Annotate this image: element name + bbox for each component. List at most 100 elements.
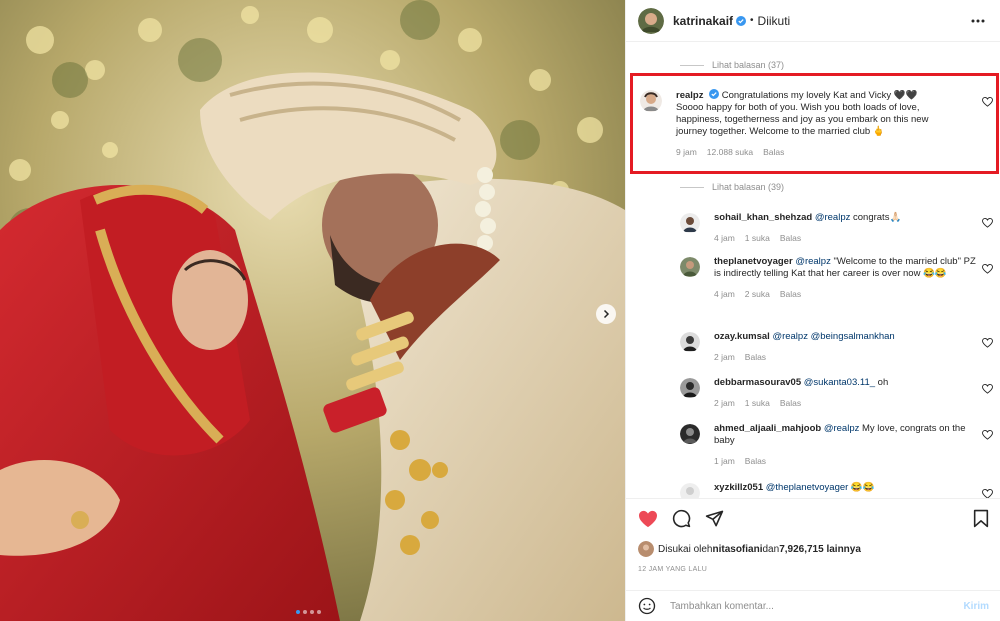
view-replies-button[interactable]: Lihat balasan (37) [680, 60, 784, 70]
heart-outline-icon[interactable] [982, 97, 993, 107]
commenter-username[interactable]: ahmed_aljaali_mahjoob [714, 423, 821, 434]
carousel-dots [296, 610, 321, 614]
likes-middle: dan [762, 543, 780, 555]
commenter-username[interactable]: sohail_khan_shehzad [714, 212, 812, 223]
reply-button[interactable]: Balas [780, 398, 801, 408]
commenter-username[interactable]: ozay.kumsal [714, 331, 770, 342]
comment-time: 2 jam [714, 352, 735, 362]
reply-comment: sohail_khan_shehzad @realpz congrats🙏🏻 4… [680, 212, 1000, 243]
commenter-avatar[interactable] [680, 378, 700, 398]
reply-button[interactable]: Balas [763, 147, 784, 157]
comment-body: ahmed_aljaali_mahjoob @realpz My love, c… [714, 423, 984, 466]
mention-link[interactable]: @realpz [815, 212, 851, 223]
paper-plane-icon [705, 510, 724, 527]
bookmark-icon [973, 509, 989, 528]
post-timestamp[interactable]: 12 JAM YANG LALU [638, 566, 707, 573]
heart-outline-icon[interactable] [982, 264, 993, 274]
heart-outline-icon[interactable] [982, 384, 993, 394]
mention-link[interactable]: @realpz [824, 423, 860, 434]
save-button[interactable] [973, 509, 989, 528]
next-photo-button[interactable] [596, 304, 616, 324]
more-horizontal-icon[interactable] [971, 19, 985, 23]
comments-list[interactable]: Lihat balasan (37) realpz Congratulation… [626, 42, 1000, 498]
heart-filled-icon [639, 510, 657, 527]
author-username[interactable]: katrinakaif [673, 14, 733, 28]
mention-link[interactable]: @sukanta03.11_ [804, 377, 875, 388]
comment-message: congrats🙏🏻 [850, 212, 902, 223]
comment-body: realpz Congratulations my lovely Kat and… [676, 89, 946, 157]
comment-likes[interactable]: 1 suka [745, 233, 770, 243]
commenter-username[interactable]: realpz [676, 90, 703, 101]
comment-body: debbarmasourav05 @sukanta03.11_ oh 2 jam… [714, 377, 984, 408]
replies-line [680, 186, 704, 188]
heart-outline-icon[interactable] [982, 338, 993, 348]
reply-comment: ozay.kumsal @realpz @beingsalmankhan 2 j… [680, 331, 1000, 362]
reply-button[interactable]: Balas [780, 289, 801, 299]
carousel-dot [317, 610, 321, 614]
commenter-avatar[interactable] [680, 257, 700, 277]
carousel-dot [303, 610, 307, 614]
heart-outline-icon[interactable] [982, 489, 993, 498]
avatar-image [680, 483, 700, 498]
commenter-avatar[interactable] [640, 90, 662, 112]
likes-count[interactable]: 7,926,715 lainnya [779, 544, 861, 555]
author-avatar[interactable] [638, 7, 664, 34]
reply-button[interactable]: Balas [745, 352, 766, 362]
comment-body: theplanetvoyager @realpz "Welcome to the… [714, 256, 984, 299]
comment-meta: 9 jam 12.088 suka Balas [676, 147, 946, 157]
comment-input[interactable] [670, 600, 964, 612]
reply-comment: xyzkillz051 @theplanetvoyager 😂😂 [680, 482, 1000, 498]
comment-meta: 1 jam Balas [714, 456, 984, 466]
commenter-username[interactable]: debbarmasourav05 [714, 377, 801, 388]
comment-text: sohail_khan_shehzad @realpz congrats🙏🏻 [714, 212, 984, 224]
liker-username[interactable]: nitasofiani [712, 544, 762, 555]
carousel-dot [296, 610, 300, 614]
comment-text: ozay.kumsal @realpz @beingsalmankhan [714, 331, 984, 343]
post-photo [0, 0, 625, 621]
post-side-panel: katrinakaif • Diikuti Lihat balasan (37) [625, 0, 1000, 621]
comment-text: realpz Congratulations my lovely Kat and… [676, 89, 946, 138]
avatar-image [680, 213, 700, 233]
commenter-avatar[interactable] [680, 424, 700, 444]
avatar-image [680, 257, 700, 277]
action-bar [626, 498, 1000, 538]
avatar-image [638, 7, 664, 34]
follow-status-button[interactable]: Diikuti [758, 14, 791, 28]
comment-meta: 2 jam 1 suka Balas [714, 398, 984, 408]
mention-link[interactable]: @realpz [795, 256, 831, 267]
likes-summary: Disukai oleh nitasofiani dan 7,926,715 l… [638, 541, 861, 557]
emoji-button[interactable] [638, 597, 656, 615]
avatar-image [680, 424, 700, 444]
comment-button[interactable] [672, 509, 691, 528]
commenter-avatar[interactable] [680, 483, 700, 498]
comment-time: 1 jam [714, 456, 735, 466]
like-button[interactable] [638, 510, 658, 528]
comment-likes[interactable]: 1 suka [745, 398, 770, 408]
post-header: katrinakaif • Diikuti [626, 0, 1000, 42]
comment-time: 4 jam [714, 233, 735, 243]
verified-badge-icon [736, 15, 747, 26]
mention-link[interactable]: @realpz @beingsalmankhan [772, 331, 894, 342]
comment-meta: 4 jam 1 suka Balas [714, 233, 984, 243]
reply-button[interactable]: Balas [780, 233, 801, 243]
comment-text: ahmed_aljaali_mahjoob @realpz My love, c… [714, 423, 984, 447]
commenter-avatar[interactable] [680, 332, 700, 352]
commenter-avatar[interactable] [680, 213, 700, 233]
post-comment-button[interactable]: Kirim [963, 601, 989, 612]
comment-body: ozay.kumsal @realpz @beingsalmankhan 2 j… [714, 331, 984, 362]
header-separator: • [750, 15, 754, 26]
avatar-image [680, 378, 700, 398]
reply-comment: theplanetvoyager @realpz "Welcome to the… [680, 256, 1000, 299]
comment-likes[interactable]: 2 suka [745, 289, 770, 299]
comment-meta: 2 jam Balas [714, 352, 984, 362]
share-button[interactable] [705, 509, 724, 528]
view-replies-button[interactable]: Lihat balasan (39) [680, 182, 784, 192]
commenter-username[interactable]: xyzkillz051 [714, 482, 763, 493]
heart-outline-icon[interactable] [982, 218, 993, 228]
commenter-username[interactable]: theplanetvoyager [714, 256, 793, 267]
liker-avatar[interactable] [638, 541, 654, 557]
comment-likes[interactable]: 12.088 suka [707, 147, 753, 157]
mention-link[interactable]: @theplanetvoyager [766, 482, 849, 493]
reply-button[interactable]: Balas [745, 456, 766, 466]
heart-outline-icon[interactable] [982, 430, 993, 440]
